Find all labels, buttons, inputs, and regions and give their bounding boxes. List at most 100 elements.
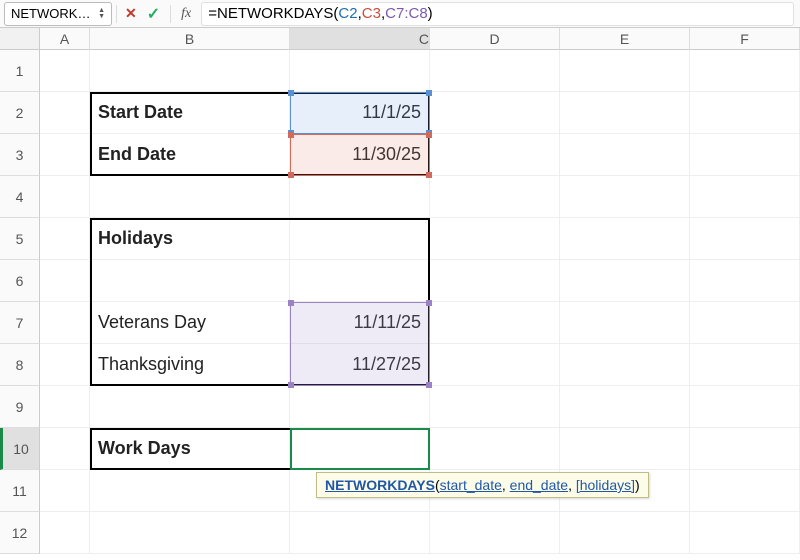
cell-D12[interactable] (430, 512, 560, 554)
cell-D6[interactable] (430, 260, 560, 302)
col-header-B[interactable]: B (90, 28, 290, 50)
cell-A10[interactable] (40, 428, 90, 470)
cell-A2[interactable] (40, 92, 90, 134)
cell-B12[interactable] (90, 512, 290, 554)
cell-D7[interactable] (430, 302, 560, 344)
fx-icon[interactable]: fx (181, 6, 191, 22)
cell-F5[interactable] (690, 218, 800, 260)
cell-F11[interactable] (690, 470, 800, 512)
cell-C8[interactable]: 11/27/25 (290, 344, 430, 386)
cell-A8[interactable] (40, 344, 90, 386)
cell-C7[interactable]: 11/11/25 (290, 302, 430, 344)
row-header-1[interactable]: 1 (0, 50, 40, 92)
name-box-stepper[interactable]: ▲ ▼ (98, 8, 105, 20)
cell-D10[interactable] (430, 428, 560, 470)
col-header-A[interactable]: A (40, 28, 90, 50)
cell-D4[interactable] (430, 176, 560, 218)
cell-D1[interactable] (430, 50, 560, 92)
name-box[interactable]: NETWORK… ▲ ▼ (4, 2, 112, 26)
tooltip-arg2[interactable]: end_date (510, 477, 568, 493)
cell-E12[interactable] (560, 512, 690, 554)
row-header-7[interactable]: 7 (0, 302, 40, 344)
cell-C9[interactable] (290, 386, 430, 428)
cell-D8[interactable] (430, 344, 560, 386)
cell-B6[interactable] (90, 260, 290, 302)
tooltip-arg1[interactable]: start_date (440, 477, 502, 493)
formula-tooltip[interactable]: NETWORKDAYS(start_date, end_date, [holid… (316, 472, 649, 498)
cell-F3[interactable] (690, 134, 800, 176)
cell-B5[interactable]: Holidays (90, 218, 290, 260)
cell-E8[interactable] (560, 344, 690, 386)
formula-input[interactable]: =NETWORKDAYS(C2,C3,C7:C8) (201, 2, 794, 26)
cell-E7[interactable] (560, 302, 690, 344)
cell-B10[interactable]: Work Days (90, 428, 290, 470)
cell-E2[interactable] (560, 92, 690, 134)
col-header-F[interactable]: F (690, 28, 800, 50)
cell-A1[interactable] (40, 50, 90, 92)
cell-E5[interactable] (560, 218, 690, 260)
cell-B8[interactable]: Thanksgiving (90, 344, 290, 386)
cell-A11[interactable] (40, 470, 90, 512)
row-header-4[interactable]: 4 (0, 176, 40, 218)
cell-F7[interactable] (690, 302, 800, 344)
row-header-5[interactable]: 5 (0, 218, 40, 260)
tooltip-arg3[interactable]: [holidays] (576, 477, 635, 493)
select-all-corner[interactable] (0, 28, 40, 50)
col-header-D[interactable]: D (430, 28, 560, 50)
cell-C1[interactable] (290, 50, 430, 92)
cell-A12[interactable] (40, 512, 90, 554)
cell-F2[interactable] (690, 92, 800, 134)
cell-B11[interactable] (90, 470, 290, 512)
row-header-8[interactable]: 8 (0, 344, 40, 386)
cell-A4[interactable] (40, 176, 90, 218)
cell-C12[interactable] (290, 512, 430, 554)
cell-D3[interactable] (430, 134, 560, 176)
cell-F6[interactable] (690, 260, 800, 302)
col-header-C[interactable]: C (290, 28, 430, 50)
row-header-3[interactable]: 3 (0, 134, 40, 176)
cell-C4[interactable] (290, 176, 430, 218)
enter-icon[interactable]: ✓ (147, 4, 160, 24)
col-header-E[interactable]: E (560, 28, 690, 50)
cancel-icon[interactable]: ✕ (125, 5, 137, 22)
cell-F8[interactable] (690, 344, 800, 386)
cell-F4[interactable] (690, 176, 800, 218)
cell-C5[interactable] (290, 218, 430, 260)
cell-F12[interactable] (690, 512, 800, 554)
cell-B2[interactable]: Start Date (90, 92, 290, 134)
cell-F1[interactable] (690, 50, 800, 92)
row-header-12[interactable]: 12 (0, 512, 40, 554)
cell-C2[interactable]: 11/1/25 (290, 92, 430, 134)
chevron-down-icon[interactable]: ▼ (98, 14, 105, 20)
cell-A7[interactable] (40, 302, 90, 344)
cell-B9[interactable] (90, 386, 290, 428)
cell-B1[interactable] (90, 50, 290, 92)
cell-A6[interactable] (40, 260, 90, 302)
cell-E10[interactable] (560, 428, 690, 470)
cell-D2[interactable] (430, 92, 560, 134)
cell-D9[interactable] (430, 386, 560, 428)
cell-B4[interactable] (90, 176, 290, 218)
cell-C3[interactable]: 11/30/25 (290, 134, 430, 176)
cell-F9[interactable] (690, 386, 800, 428)
row-header-11[interactable]: 11 (0, 470, 40, 512)
cell-E1[interactable] (560, 50, 690, 92)
cell-E3[interactable] (560, 134, 690, 176)
cell-B3[interactable]: End Date (90, 134, 290, 176)
cell-B7[interactable]: Veterans Day (90, 302, 290, 344)
cell-A9[interactable] (40, 386, 90, 428)
cell-C6[interactable] (290, 260, 430, 302)
tooltip-fn[interactable]: NETWORKDAYS (325, 477, 435, 493)
cell-E6[interactable] (560, 260, 690, 302)
row-header-10[interactable]: 10 (0, 428, 40, 470)
cell-E4[interactable] (560, 176, 690, 218)
row-header-6[interactable]: 6 (0, 260, 40, 302)
row-header-2[interactable]: 2 (0, 92, 40, 134)
cell-C10[interactable] (290, 428, 430, 470)
row-header-9[interactable]: 9 (0, 386, 40, 428)
cell-D5[interactable] (430, 218, 560, 260)
cell-F10[interactable] (690, 428, 800, 470)
cell-A3[interactable] (40, 134, 90, 176)
cell-A5[interactable] (40, 218, 90, 260)
spreadsheet-grid[interactable]: A B C D E F 1 2 Start Date11/1/25 3 End Da… (0, 28, 800, 554)
